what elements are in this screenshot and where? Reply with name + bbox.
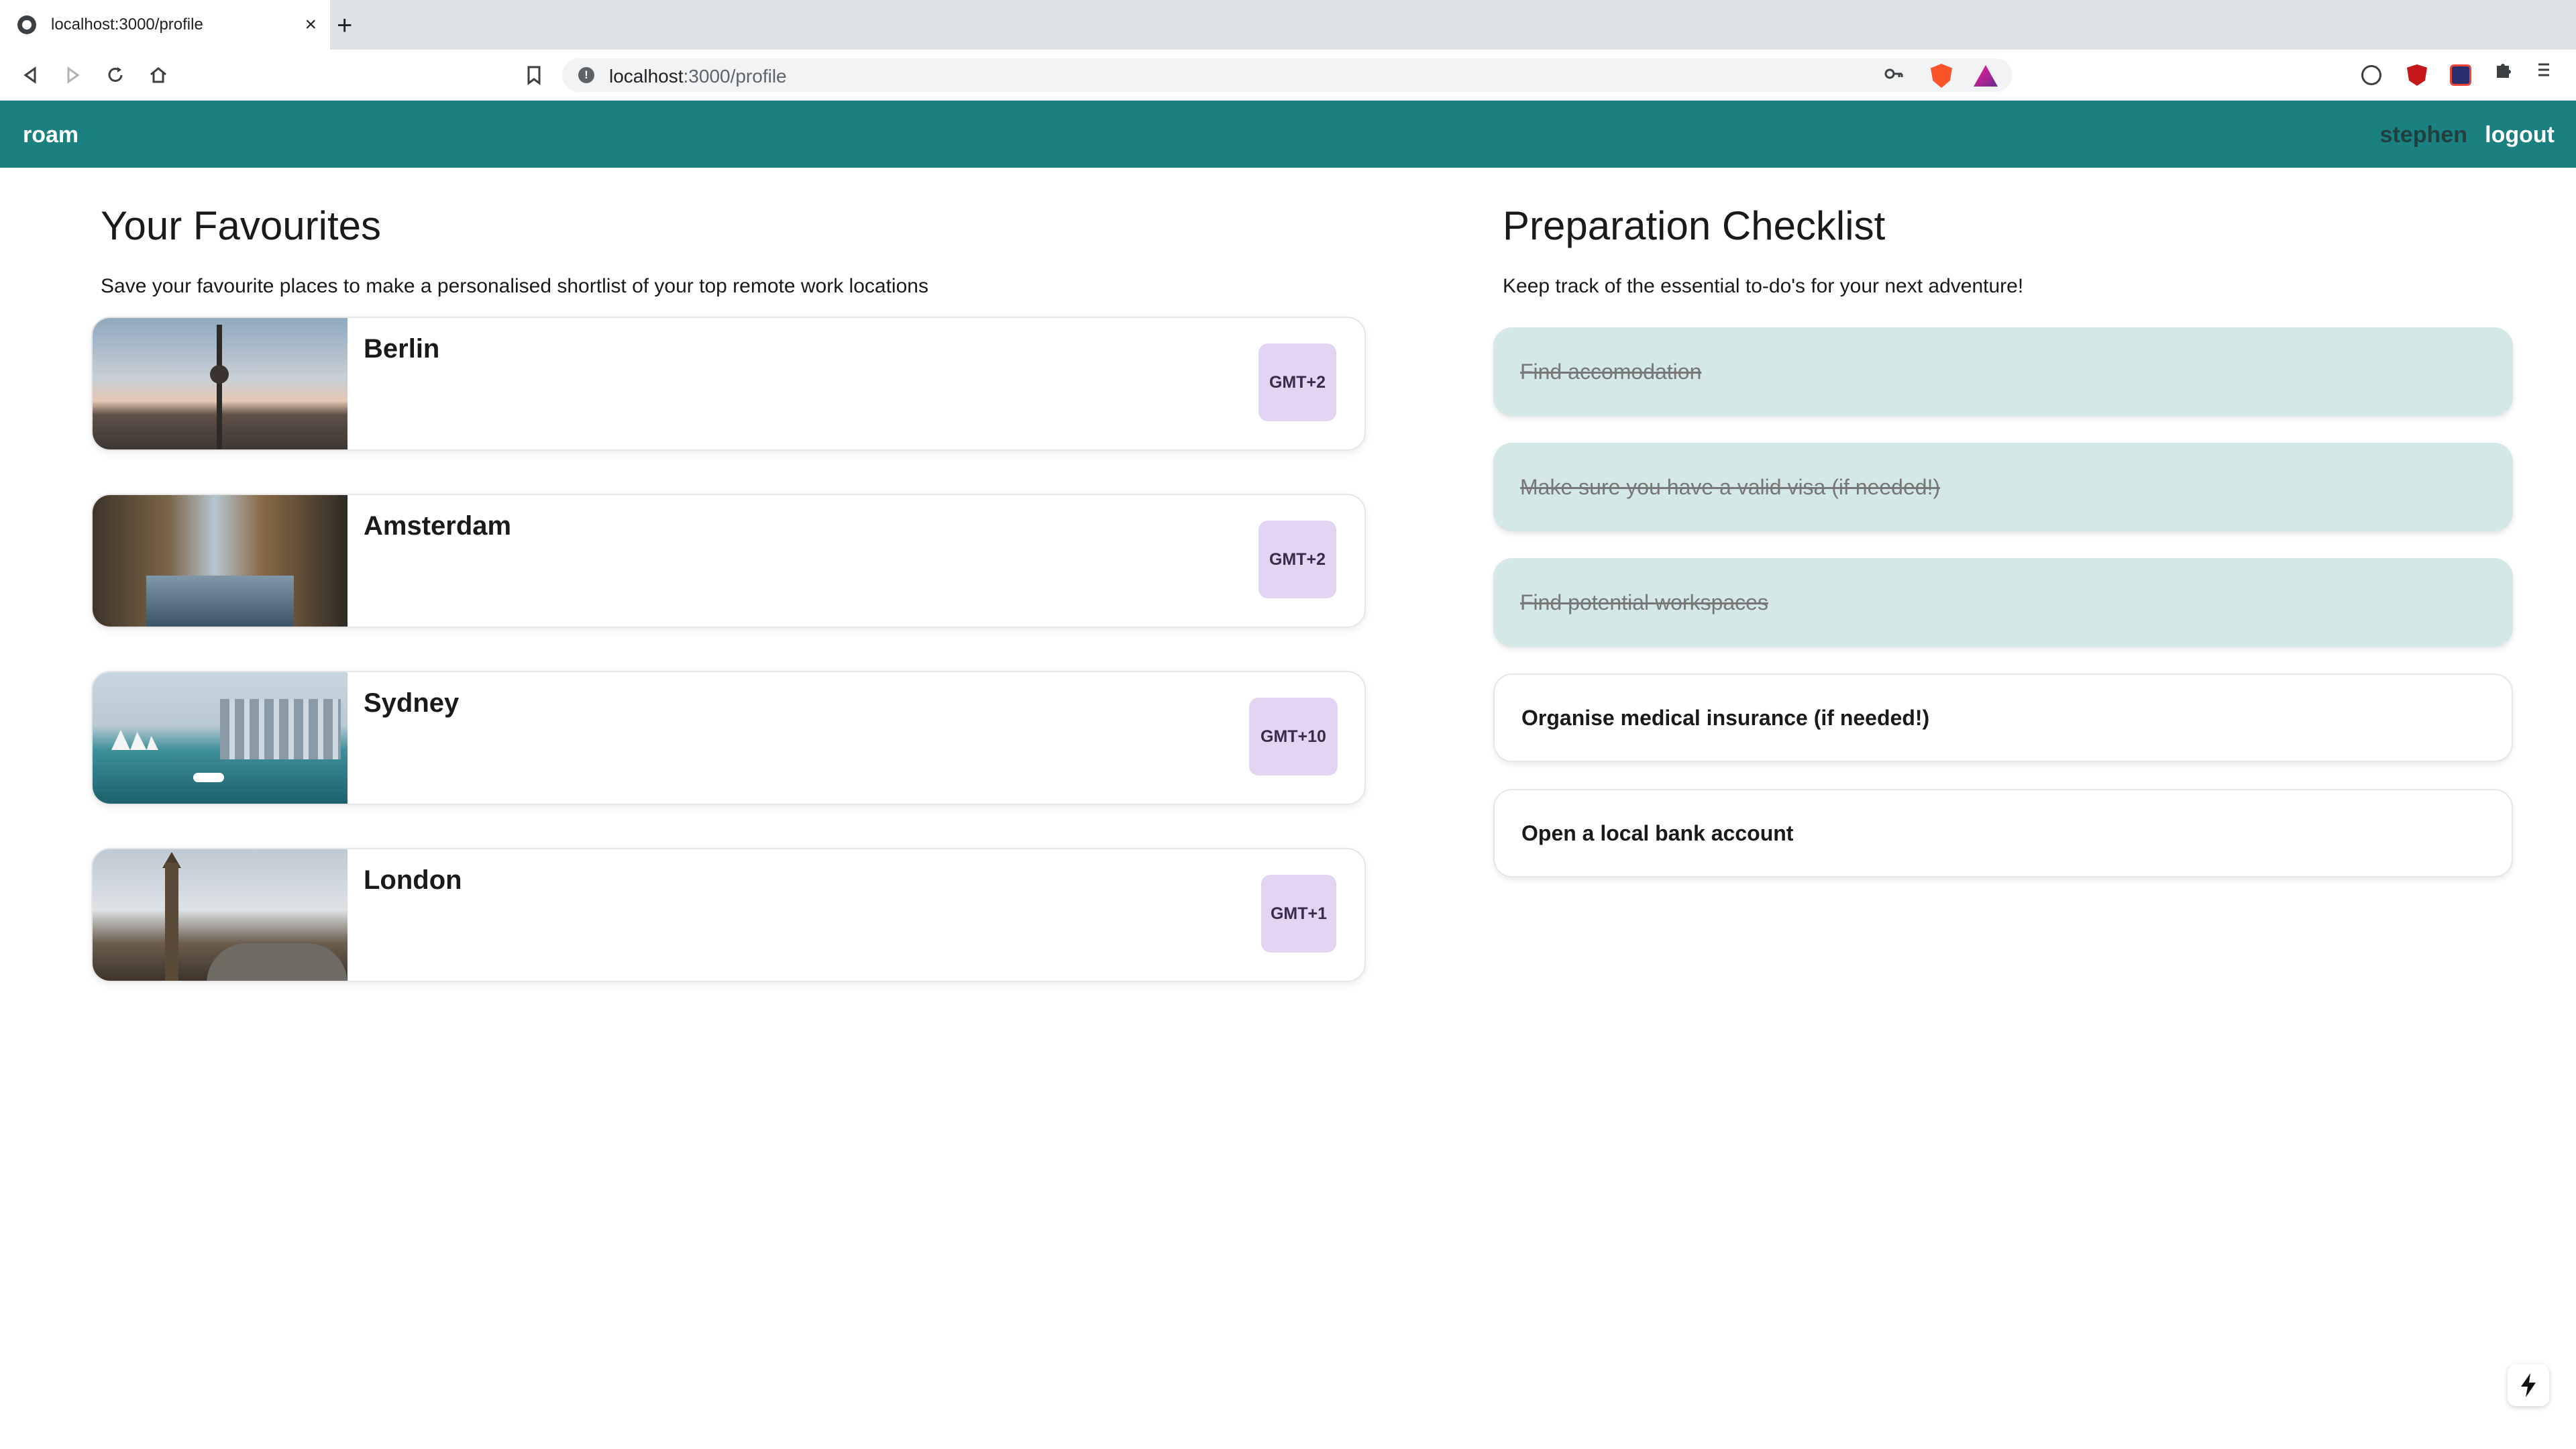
info-icon[interactable]: ! <box>578 67 594 83</box>
amsterdam-photo <box>93 495 347 627</box>
berlin-photo <box>93 318 347 449</box>
checklist-item-insurance[interactable]: Organise medical insurance (if needed!) <box>1493 674 2513 762</box>
back-icon[interactable] <box>17 62 44 89</box>
favourites-title: Your Favourites <box>101 203 382 248</box>
user-link[interactable]: stephen <box>2380 122 2467 148</box>
favourite-card-amsterdam[interactable]: Amsterdam GMT+2 <box>91 494 1366 628</box>
address-url[interactable]: localhost:3000/profile <box>609 66 787 87</box>
url-host: localhost <box>609 66 684 87</box>
sydney-photo <box>93 672 347 804</box>
reload-icon[interactable] <box>102 62 129 89</box>
brand-logo[interactable]: roam <box>23 122 78 148</box>
bookmark-icon[interactable] <box>521 62 547 89</box>
globe-icon <box>17 15 36 34</box>
timezone-badge: GMT+10 <box>1249 698 1338 775</box>
favourites-subtitle: Save your favourite places to make a per… <box>101 275 928 297</box>
home-icon[interactable] <box>145 62 172 89</box>
app-header: roam stephen logout <box>0 101 2576 168</box>
1password-icon[interactable] <box>2361 65 2381 85</box>
new-tab-icon[interactable]: + <box>337 12 352 39</box>
close-tab-icon[interactable]: × <box>305 15 317 35</box>
checklist-title: Preparation Checklist <box>1503 203 1886 248</box>
ublock-icon[interactable] <box>2407 64 2427 86</box>
timezone-badge: GMT+2 <box>1258 343 1336 421</box>
menu-icon[interactable] <box>2533 59 2560 86</box>
puzzle-icon[interactable] <box>2493 59 2520 86</box>
logout-link[interactable]: logout <box>2485 122 2555 148</box>
key-icon[interactable] <box>1884 64 1904 89</box>
checklist-subtitle: Keep track of the essential to-do's for … <box>1503 275 2024 297</box>
browser-tabstrip: localhost:3000/profile × + <box>0 0 2576 50</box>
brave-shields-icon[interactable] <box>1931 64 1952 88</box>
favourite-card-sydney[interactable]: Sydney GMT+10 <box>91 671 1366 805</box>
timezone-badge: GMT+2 <box>1258 521 1336 598</box>
favourite-card-berlin[interactable]: Berlin GMT+2 <box>91 317 1366 451</box>
browser-toolbar: ! localhost:3000/profile <box>0 50 2576 101</box>
checklist-item-workspaces[interactable]: Find potential workspaces <box>1493 558 2513 647</box>
tab-title: localhost:3000/profile <box>51 15 203 34</box>
favourite-name: Sydney <box>364 688 460 718</box>
address-bar[interactable]: ! localhost:3000/profile <box>562 58 2012 92</box>
lightning-icon[interactable] <box>2508 1364 2549 1406</box>
forward-icon[interactable] <box>59 62 86 89</box>
favourite-name: Amsterdam <box>364 511 512 541</box>
favourite-name: Berlin <box>364 334 440 364</box>
favourite-name: London <box>364 865 462 895</box>
checklist-item-visa[interactable]: Make sure you have a valid visa (if need… <box>1493 443 2513 531</box>
checklist-item-bank[interactable]: Open a local bank account <box>1493 789 2513 877</box>
london-photo <box>93 849 347 981</box>
url-path: :3000/profile <box>683 66 787 87</box>
browser-tab[interactable]: localhost:3000/profile × <box>0 0 330 50</box>
favourite-card-london[interactable]: London GMT+1 <box>91 848 1366 982</box>
extension-icon[interactable] <box>2450 64 2471 86</box>
brave-rewards-icon[interactable] <box>1974 65 1998 87</box>
checklist-item-accomodation[interactable]: Find accomodation <box>1493 327 2513 416</box>
timezone-badge: GMT+1 <box>1261 875 1336 953</box>
